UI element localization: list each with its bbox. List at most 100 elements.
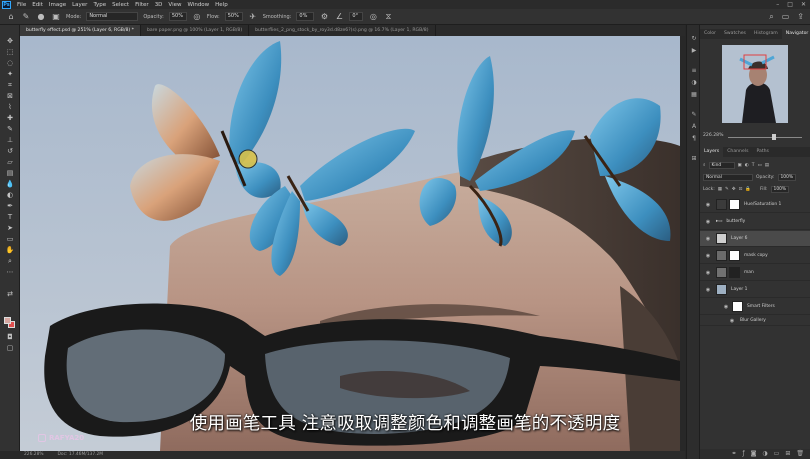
adjustments-panel-icon[interactable]: ◑ bbox=[690, 79, 698, 87]
visibility-eye-icon[interactable]: ◉ bbox=[722, 304, 730, 310]
brush-tool-icon[interactable]: ✎ bbox=[21, 12, 31, 22]
mode-select[interactable]: Normal bbox=[86, 12, 139, 21]
menu-view[interactable]: View bbox=[165, 2, 184, 8]
layer-row-layer-6[interactable]: ◉ Layer 6 bbox=[700, 231, 810, 247]
menu-file[interactable]: File bbox=[14, 2, 29, 8]
lock-move-icon[interactable]: ✥ bbox=[732, 187, 736, 192]
smoothing-field[interactable]: 0% bbox=[296, 12, 315, 21]
menu-layer[interactable]: Layer bbox=[69, 2, 90, 8]
pressure-size-icon[interactable]: ◎ bbox=[368, 12, 378, 22]
tab-butterfly-effect[interactable]: butterfly effect.psd @ 251% (Layer 6, RG… bbox=[20, 25, 141, 36]
filter-pixel-icon[interactable]: ▣ bbox=[738, 163, 742, 168]
home-icon[interactable]: ⌂ bbox=[6, 12, 16, 22]
trash-icon[interactable]: 🗑 bbox=[796, 449, 804, 459]
tab-color[interactable]: Color bbox=[700, 29, 720, 39]
share-icon[interactable]: ⇪ bbox=[797, 12, 804, 22]
marquee-tool-icon[interactable]: ⬚ bbox=[4, 48, 16, 57]
screen-mode-icon[interactable]: ▢ bbox=[4, 344, 16, 353]
frame-tool-icon[interactable]: ⊠ bbox=[4, 92, 16, 101]
lock-pixels-icon[interactable]: ▦ bbox=[718, 187, 722, 192]
tab-paths[interactable]: Paths bbox=[752, 147, 773, 157]
status-zoom[interactable]: 226.28% bbox=[24, 451, 44, 459]
layer-mask-thumb[interactable] bbox=[729, 267, 740, 278]
dodge-tool-icon[interactable]: ◐ bbox=[4, 191, 16, 200]
tab-histogram[interactable]: Histogram bbox=[750, 29, 782, 39]
minimize-icon[interactable]: – bbox=[776, 1, 779, 8]
visibility-eye-icon[interactable]: ◉ bbox=[704, 202, 712, 208]
tab-layers[interactable]: Layers bbox=[700, 147, 724, 157]
add-mask-icon[interactable]: ◙ bbox=[751, 449, 757, 459]
paragraph-panel-icon[interactable]: ¶ bbox=[690, 135, 698, 143]
search-icon[interactable]: ⌕ bbox=[769, 12, 773, 22]
properties-panel-icon[interactable]: ≡ bbox=[690, 67, 698, 75]
layer-row-mask-copy[interactable]: ◉ mask copy bbox=[700, 248, 810, 264]
filter-adjust-icon[interactable]: ◐ bbox=[745, 163, 749, 168]
maximize-icon[interactable]: □ bbox=[787, 1, 793, 8]
character-panel-icon[interactable]: A bbox=[690, 123, 698, 131]
gradient-tool-icon[interactable]: ▤ bbox=[4, 169, 16, 178]
layer-opacity-field[interactable]: 100% bbox=[777, 173, 796, 181]
filter-mask-thumb[interactable] bbox=[732, 301, 743, 312]
hand-tool-icon[interactable]: ✋ bbox=[4, 246, 16, 255]
filter-type-icon[interactable]: T bbox=[752, 163, 755, 168]
layer-row-man[interactable]: ◉ man bbox=[700, 265, 810, 281]
layer-mask-thumb[interactable] bbox=[729, 199, 740, 210]
menu-select[interactable]: Select bbox=[109, 2, 132, 8]
crop-tool-icon[interactable]: ⌗ bbox=[4, 81, 16, 90]
healing-tool-icon[interactable]: ✚ bbox=[4, 114, 16, 123]
swap-colors-icon[interactable]: ⇄ bbox=[4, 290, 16, 299]
menu-edit[interactable]: Edit bbox=[29, 2, 46, 8]
flow-field[interactable]: 50% bbox=[224, 12, 243, 21]
menu-help[interactable]: Help bbox=[212, 2, 231, 8]
more-tools-icon[interactable]: ⋯ bbox=[4, 268, 16, 277]
new-layer-icon[interactable]: ⊞ bbox=[785, 449, 790, 459]
history-brush-tool-icon[interactable]: ↺ bbox=[4, 147, 16, 156]
close-icon[interactable]: ✕ bbox=[801, 1, 806, 8]
blur-tool-icon[interactable]: 💧 bbox=[4, 180, 16, 189]
workspace-icon[interactable]: ▭ bbox=[782, 12, 790, 22]
tab-swatches[interactable]: Swatches bbox=[720, 29, 750, 39]
filter-smart-icon[interactable]: ▤ bbox=[765, 163, 769, 168]
lock-all-icon[interactable]: 🔒 bbox=[745, 187, 751, 192]
menu-filter[interactable]: Filter bbox=[132, 2, 152, 8]
opacity-field[interactable]: 50% bbox=[168, 12, 187, 21]
angle-field[interactable]: 0° bbox=[349, 12, 364, 21]
shape-tool-icon[interactable]: ▭ bbox=[4, 235, 16, 244]
visibility-eye-icon[interactable]: ◉ bbox=[704, 219, 712, 225]
lasso-tool-icon[interactable]: ◌ bbox=[4, 59, 16, 68]
layer-row-smart-filters[interactable]: ◉ Smart Filters bbox=[700, 299, 810, 315]
quick-mask-icon[interactable]: ◘ bbox=[4, 333, 16, 342]
brushes-panel-icon[interactable]: ✎ bbox=[690, 111, 698, 119]
filter-shape-icon[interactable]: ▭ bbox=[757, 163, 761, 168]
foreground-color-swatch[interactable] bbox=[4, 317, 11, 324]
visibility-eye-icon[interactable]: ◉ bbox=[704, 287, 712, 293]
brush-tool-icon-active[interactable]: ✎ bbox=[4, 125, 16, 134]
photoshop-logo-icon[interactable]: Ps bbox=[2, 0, 11, 9]
actions-panel-icon[interactable]: ▶ bbox=[690, 47, 698, 55]
navigator-zoom-slider[interactable] bbox=[728, 137, 802, 138]
menu-image[interactable]: Image bbox=[46, 2, 69, 8]
quick-select-tool-icon[interactable]: ✦ bbox=[4, 70, 16, 79]
fill-field[interactable]: 100% bbox=[770, 185, 789, 193]
navigator-zoom-value[interactable]: 226.28% bbox=[703, 133, 723, 138]
brush-settings-icon[interactable]: ▣ bbox=[51, 12, 61, 22]
layer-row-blur-gallery[interactable]: ◉ Blur Gallery bbox=[700, 316, 810, 326]
tab-navigator[interactable]: Navigator bbox=[781, 29, 810, 39]
symmetry-icon[interactable]: ⧖ bbox=[383, 12, 393, 22]
fx-icon[interactable]: ƒ bbox=[742, 449, 744, 459]
layer-row-hue-saturation[interactable]: ◉ Hue/Saturation 1 bbox=[700, 197, 810, 213]
lock-artboard-icon[interactable]: ⊡ bbox=[739, 187, 743, 192]
tab-channels[interactable]: Channels bbox=[723, 147, 752, 157]
layer-mask-thumb[interactable] bbox=[729, 250, 740, 261]
visibility-eye-icon[interactable]: ◉ bbox=[704, 236, 712, 242]
libraries-panel-icon[interactable]: ▦ bbox=[690, 91, 698, 99]
eraser-tool-icon[interactable]: ▱ bbox=[4, 158, 16, 167]
document-canvas[interactable] bbox=[20, 36, 680, 451]
path-select-tool-icon[interactable]: ➤ bbox=[4, 224, 16, 233]
pen-tool-icon[interactable]: ✒ bbox=[4, 202, 16, 211]
visibility-eye-icon[interactable]: ◉ bbox=[728, 318, 736, 324]
lock-paint-icon[interactable]: ✎ bbox=[725, 187, 729, 192]
tab-butterflies-stock[interactable]: butterflies_2_png_stock_by_roy3d.d8ze6?(… bbox=[249, 25, 436, 36]
pressure-opacity-icon[interactable]: ◎ bbox=[192, 12, 202, 22]
airbrush-icon[interactable]: ✈ bbox=[248, 12, 258, 22]
